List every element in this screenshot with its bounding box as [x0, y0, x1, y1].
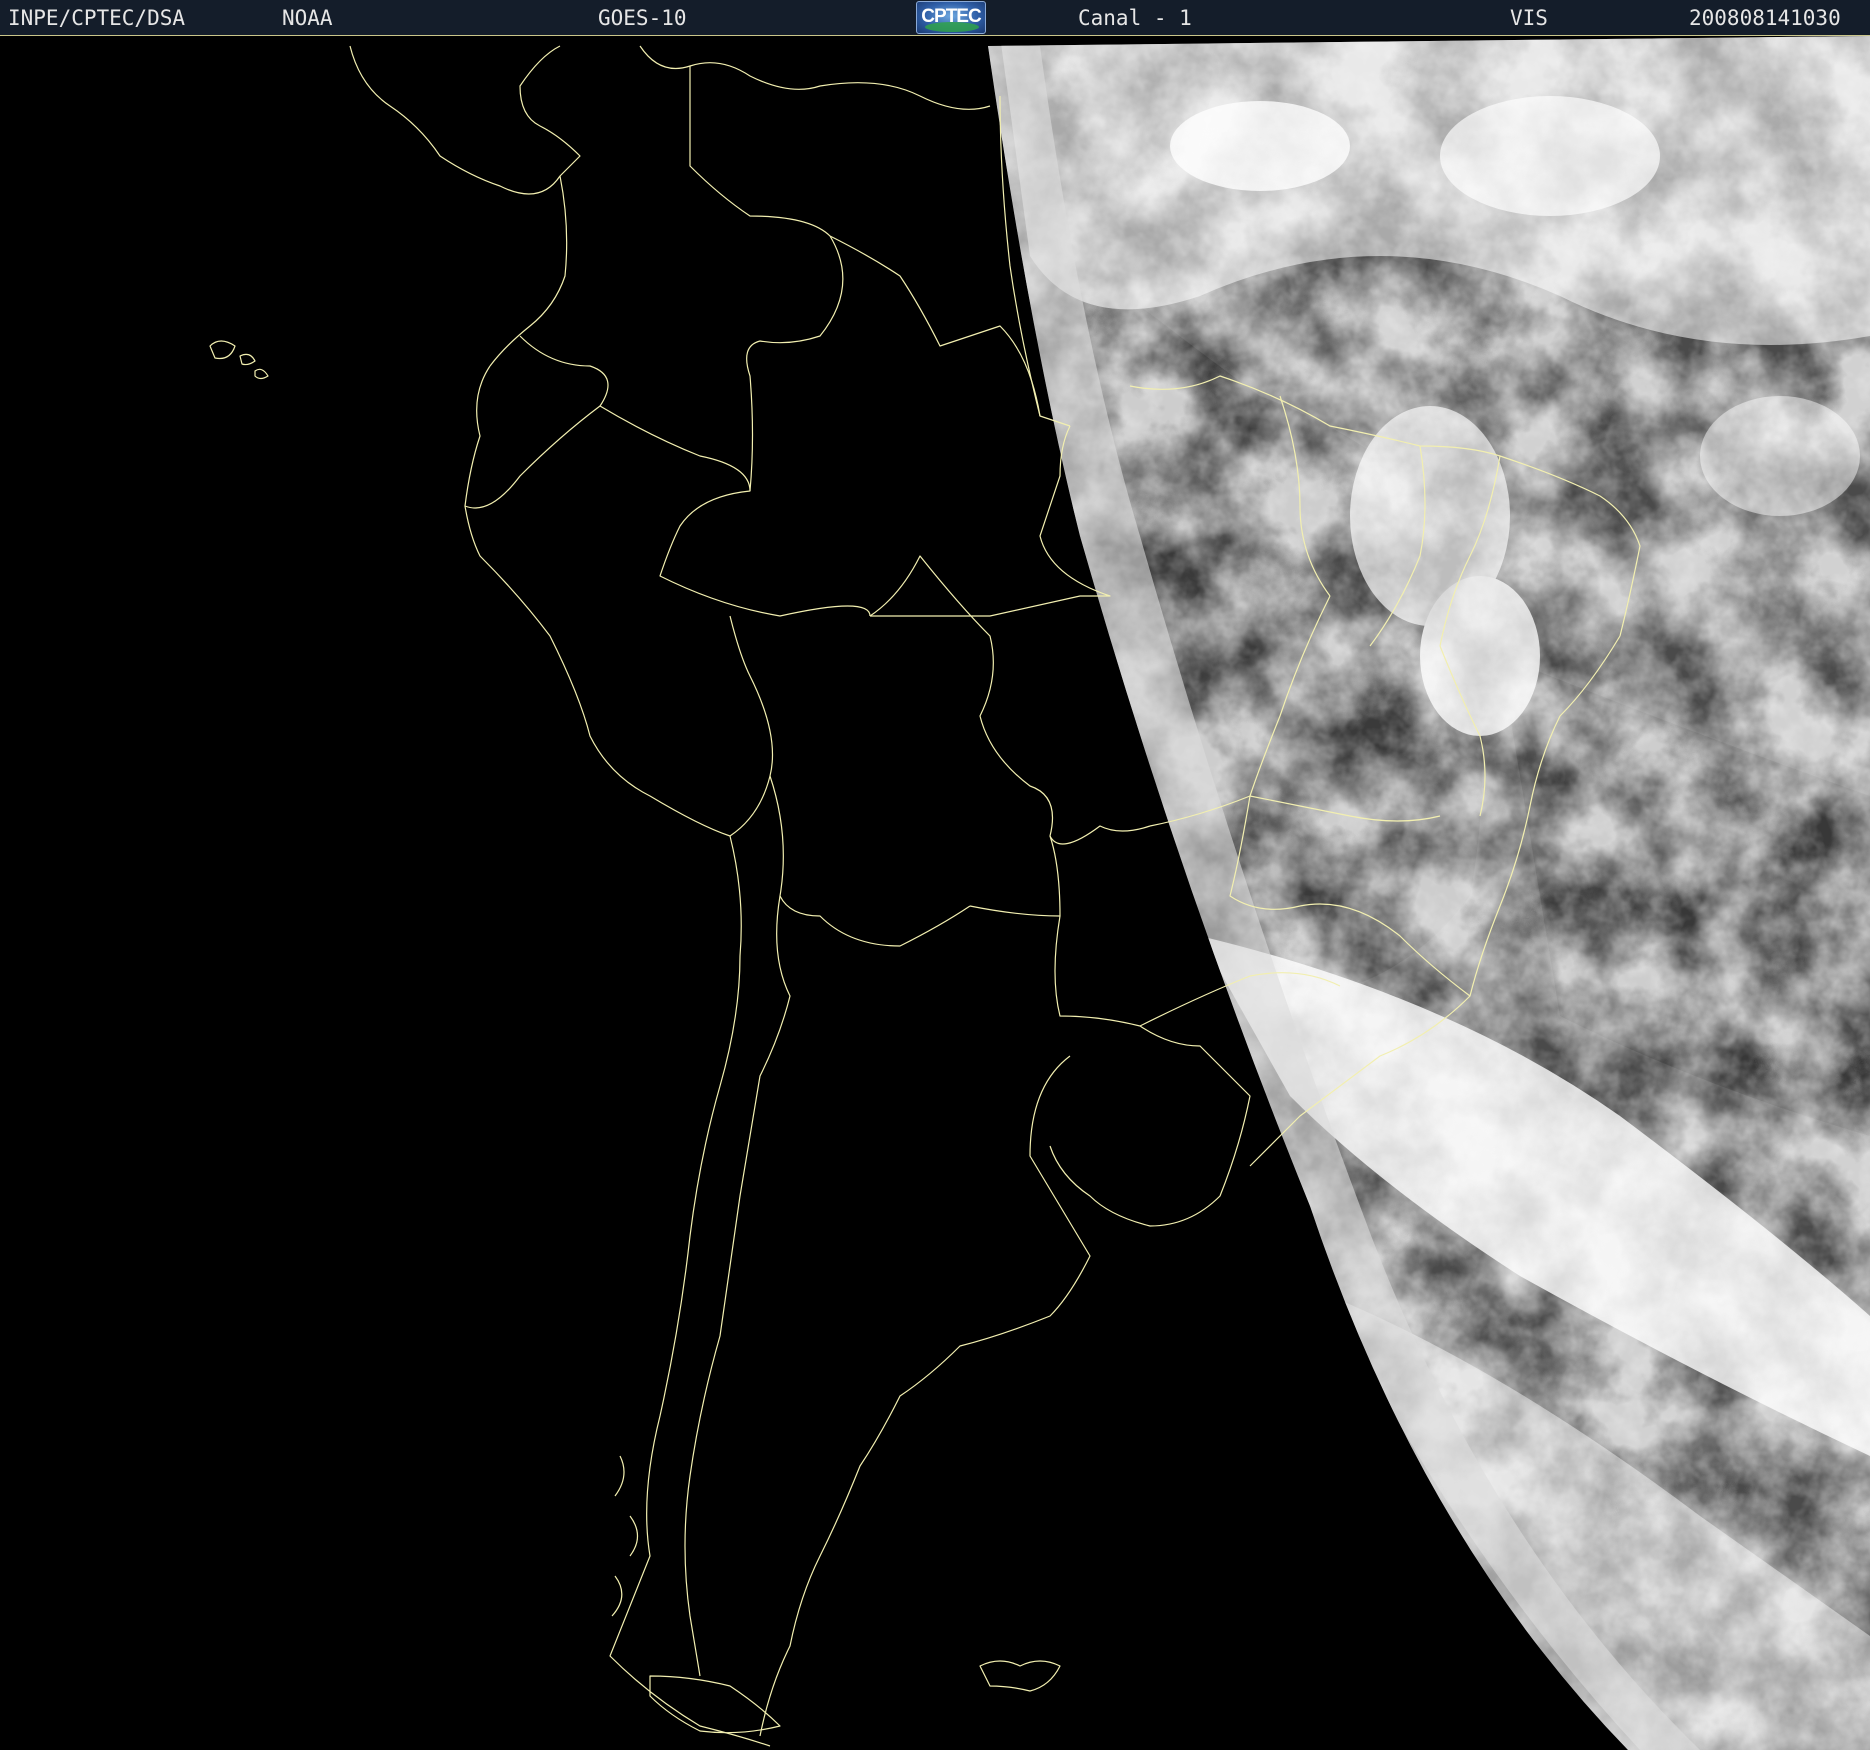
- colombia-coast: [489, 175, 568, 367]
- satellite-map: [0, 36, 1870, 1750]
- band-label: VIS: [1510, 6, 1548, 30]
- channel-label: Canal - 1: [1078, 6, 1192, 30]
- chile-islands: [611, 1455, 639, 1617]
- image-header: INPE/CPTEC/DSA NOAA GOES-10 CPTEC Canal …: [0, 0, 1870, 36]
- institution-label: INPE/CPTEC/DSA: [8, 6, 186, 30]
- peru-border: [599, 405, 871, 617]
- tierra-del-fuego: [649, 1675, 781, 1734]
- chile-coast: [609, 835, 771, 1747]
- map-svg: [209, 36, 1870, 1750]
- paraguay-border: [969, 905, 1141, 1027]
- bolivia-border-2: [769, 775, 971, 947]
- timestamp-label: 200808141030: [1689, 6, 1841, 30]
- colombia-border: [689, 65, 844, 492]
- logo-text: CPTEC: [921, 6, 981, 27]
- central-america-coast: [349, 45, 581, 195]
- argentina-border: [684, 895, 791, 1677]
- argentina-coast: [759, 1055, 1091, 1737]
- uruguay-border: [1049, 1025, 1251, 1227]
- central-america-coast-2: [639, 45, 991, 110]
- falklands: [979, 1660, 1061, 1692]
- daylight-sector: [988, 36, 1870, 1750]
- peru-border-2: [729, 615, 774, 837]
- satellite-label: GOES-10: [598, 6, 687, 30]
- paraguay-border-2: [1049, 835, 1061, 917]
- venezuela-border: [829, 235, 1041, 417]
- galapagos: [209, 340, 269, 380]
- agency-label: NOAA: [282, 6, 333, 30]
- peru-coast: [464, 505, 731, 837]
- ecuador-border: [464, 335, 609, 509]
- cptec-logo: CPTEC: [916, 1, 986, 34]
